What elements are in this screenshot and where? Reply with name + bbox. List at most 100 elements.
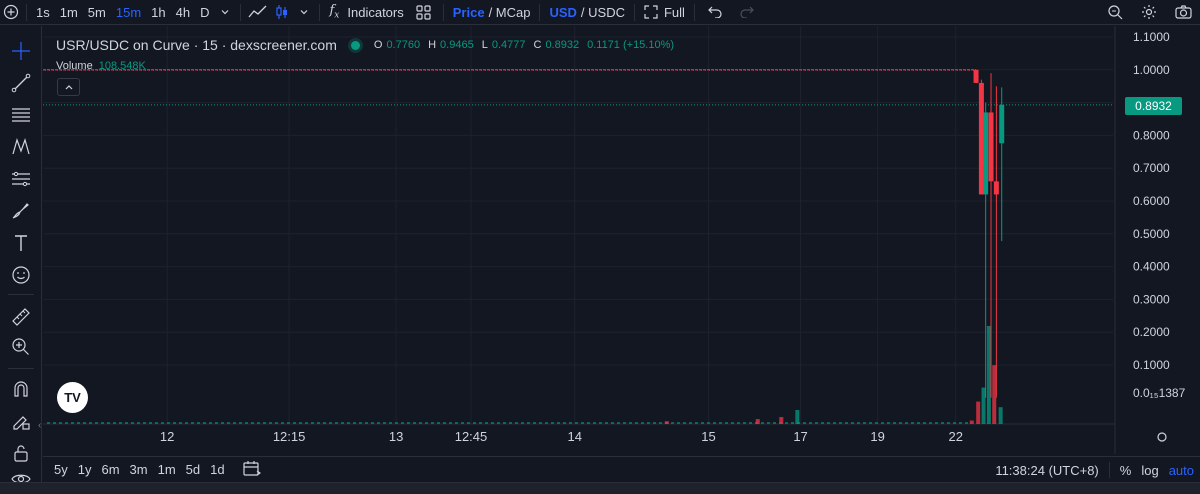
volume-bar-base (923, 422, 926, 424)
price-mcap-toggle[interactable]: Price / MCap (448, 0, 536, 25)
volume-bar-base (623, 422, 626, 424)
quick-search-icon[interactable] (1098, 0, 1132, 25)
date-range-icon[interactable] (238, 460, 266, 479)
range-5y[interactable]: 5y (49, 462, 73, 477)
volume-bar-base (299, 422, 302, 424)
volume-bar-base (719, 422, 722, 424)
volume-bar-base (143, 422, 146, 424)
lock-pencil-icon[interactable] (8, 408, 34, 434)
volume-bar-base (539, 422, 542, 424)
volume-bar-base (293, 422, 296, 424)
high-value: 0.9465 (440, 39, 474, 51)
volume-bar-base (635, 422, 638, 424)
magnet-icon[interactable] (8, 376, 34, 402)
interval-15m[interactable]: 15m (111, 0, 146, 25)
volume-bar-base (845, 422, 848, 424)
bottom-right-controls: 11:38:24 (UTC+8) % log auto (995, 457, 1194, 483)
crosshair-icon[interactable] (8, 38, 34, 64)
range-3m[interactable]: 3m (125, 462, 153, 477)
volume-bar-base (557, 422, 560, 424)
range-1y[interactable]: 1y (73, 462, 97, 477)
zoom-in-icon[interactable] (8, 334, 34, 360)
axis-settings-gear-icon (1157, 432, 1167, 442)
legend-collapse-button[interactable] (57, 78, 80, 96)
volume-bar-base (305, 422, 308, 424)
interval-1m[interactable]: 1m (55, 0, 83, 25)
volume-bar-base (695, 422, 698, 424)
percent-toggle[interactable]: % (1120, 463, 1132, 478)
redo-icon[interactable] (731, 0, 763, 25)
volume-bar-base (527, 422, 530, 424)
range-6m[interactable]: 6m (96, 462, 124, 477)
brush-icon[interactable] (8, 198, 34, 224)
volume-bar-base (683, 422, 686, 424)
ruler-icon[interactable] (8, 304, 34, 330)
price-chart[interactable]: 1.10001.00000.90000.80000.70000.60000.50… (43, 26, 1200, 454)
volume-bar-base (947, 422, 950, 424)
separator (240, 3, 242, 21)
interval-5m[interactable]: 5m (83, 0, 111, 25)
clock-readout[interactable]: 11:38:24 (UTC+8) (995, 463, 1098, 478)
interval-4h[interactable]: 4h (171, 0, 195, 25)
chart-area[interactable]: 1.10001.00000.90000.80000.70000.60000.50… (43, 26, 1200, 454)
interval-1s[interactable]: 1s (31, 0, 55, 25)
volume-bar-base (167, 422, 170, 424)
volume-bar-base (713, 422, 716, 424)
range-5d[interactable]: 5d (181, 462, 205, 477)
currency-toggle[interactable]: USD / USDC (544, 0, 630, 25)
chevron-down-icon[interactable] (214, 0, 236, 25)
volume-bar-base (425, 422, 428, 424)
resize-strip[interactable] (0, 482, 1200, 494)
gear-icon[interactable] (1132, 0, 1166, 25)
symbol-title[interactable]: USR/USDC on Curve · 15 · dexscreener.com (56, 37, 337, 53)
chevron-down-icon[interactable] (293, 0, 315, 25)
interval-d[interactable]: D (195, 0, 214, 25)
interval-1h[interactable]: 1h (146, 0, 170, 25)
usdc-option[interactable]: / USDC (581, 5, 625, 20)
log-toggle[interactable]: log (1141, 463, 1158, 478)
volume-bar-base (149, 422, 152, 424)
fullscreen-button[interactable]: Full (639, 0, 690, 25)
fullscreen-icon (644, 5, 658, 19)
separator (442, 3, 444, 21)
x-tick-label: 17 (793, 429, 807, 444)
lock-icon[interactable] (8, 440, 34, 466)
y-tick-label: 0.2000 (1133, 325, 1170, 339)
price-option[interactable]: Price (453, 5, 485, 20)
chevron-up-icon (65, 85, 72, 90)
collapse-toolbar-icon[interactable]: ‹ (38, 420, 41, 431)
range-1m[interactable]: 1m (153, 462, 181, 477)
range-1d[interactable]: 1d (205, 462, 229, 477)
trend-line-icon[interactable] (8, 70, 34, 96)
prediction-icon[interactable] (8, 166, 34, 192)
add-symbol-icon[interactable] (0, 0, 22, 25)
tradingview-logo[interactable]: TV (57, 382, 88, 413)
horizontal-lines-icon[interactable] (8, 102, 34, 128)
pattern-icon[interactable] (8, 134, 34, 160)
volume-bar-base (497, 422, 500, 424)
line-chart-icon[interactable] (245, 0, 271, 25)
indicators-button[interactable]: fx Indicators (324, 0, 408, 25)
volume-bar-base (203, 422, 206, 424)
volume-bar-base (803, 422, 806, 424)
volume-bar-base (587, 422, 590, 424)
volume-legend: Volume 108.548K (56, 60, 146, 72)
volume-bar-base (251, 422, 254, 424)
camera-icon[interactable] (1166, 0, 1200, 25)
volume-bar-base (707, 422, 710, 424)
volume-bar-base (383, 422, 386, 424)
text-icon[interactable] (8, 230, 34, 256)
candlestick-icon[interactable] (271, 0, 293, 25)
undo-icon[interactable] (699, 0, 731, 25)
volume-bar-base (419, 422, 422, 424)
emoji-icon[interactable] (8, 262, 34, 288)
y-tick-label: 0.5000 (1133, 227, 1170, 241)
layout-grid-icon[interactable] (409, 0, 439, 25)
volume-bar-base (215, 422, 218, 424)
usd-option[interactable]: USD (549, 5, 576, 20)
volume-bar-base (281, 422, 284, 424)
volume-bar-base (737, 422, 740, 424)
auto-toggle[interactable]: auto (1169, 463, 1194, 478)
volume-bar-base (365, 422, 368, 424)
mcap-option[interactable]: / MCap (489, 5, 531, 20)
